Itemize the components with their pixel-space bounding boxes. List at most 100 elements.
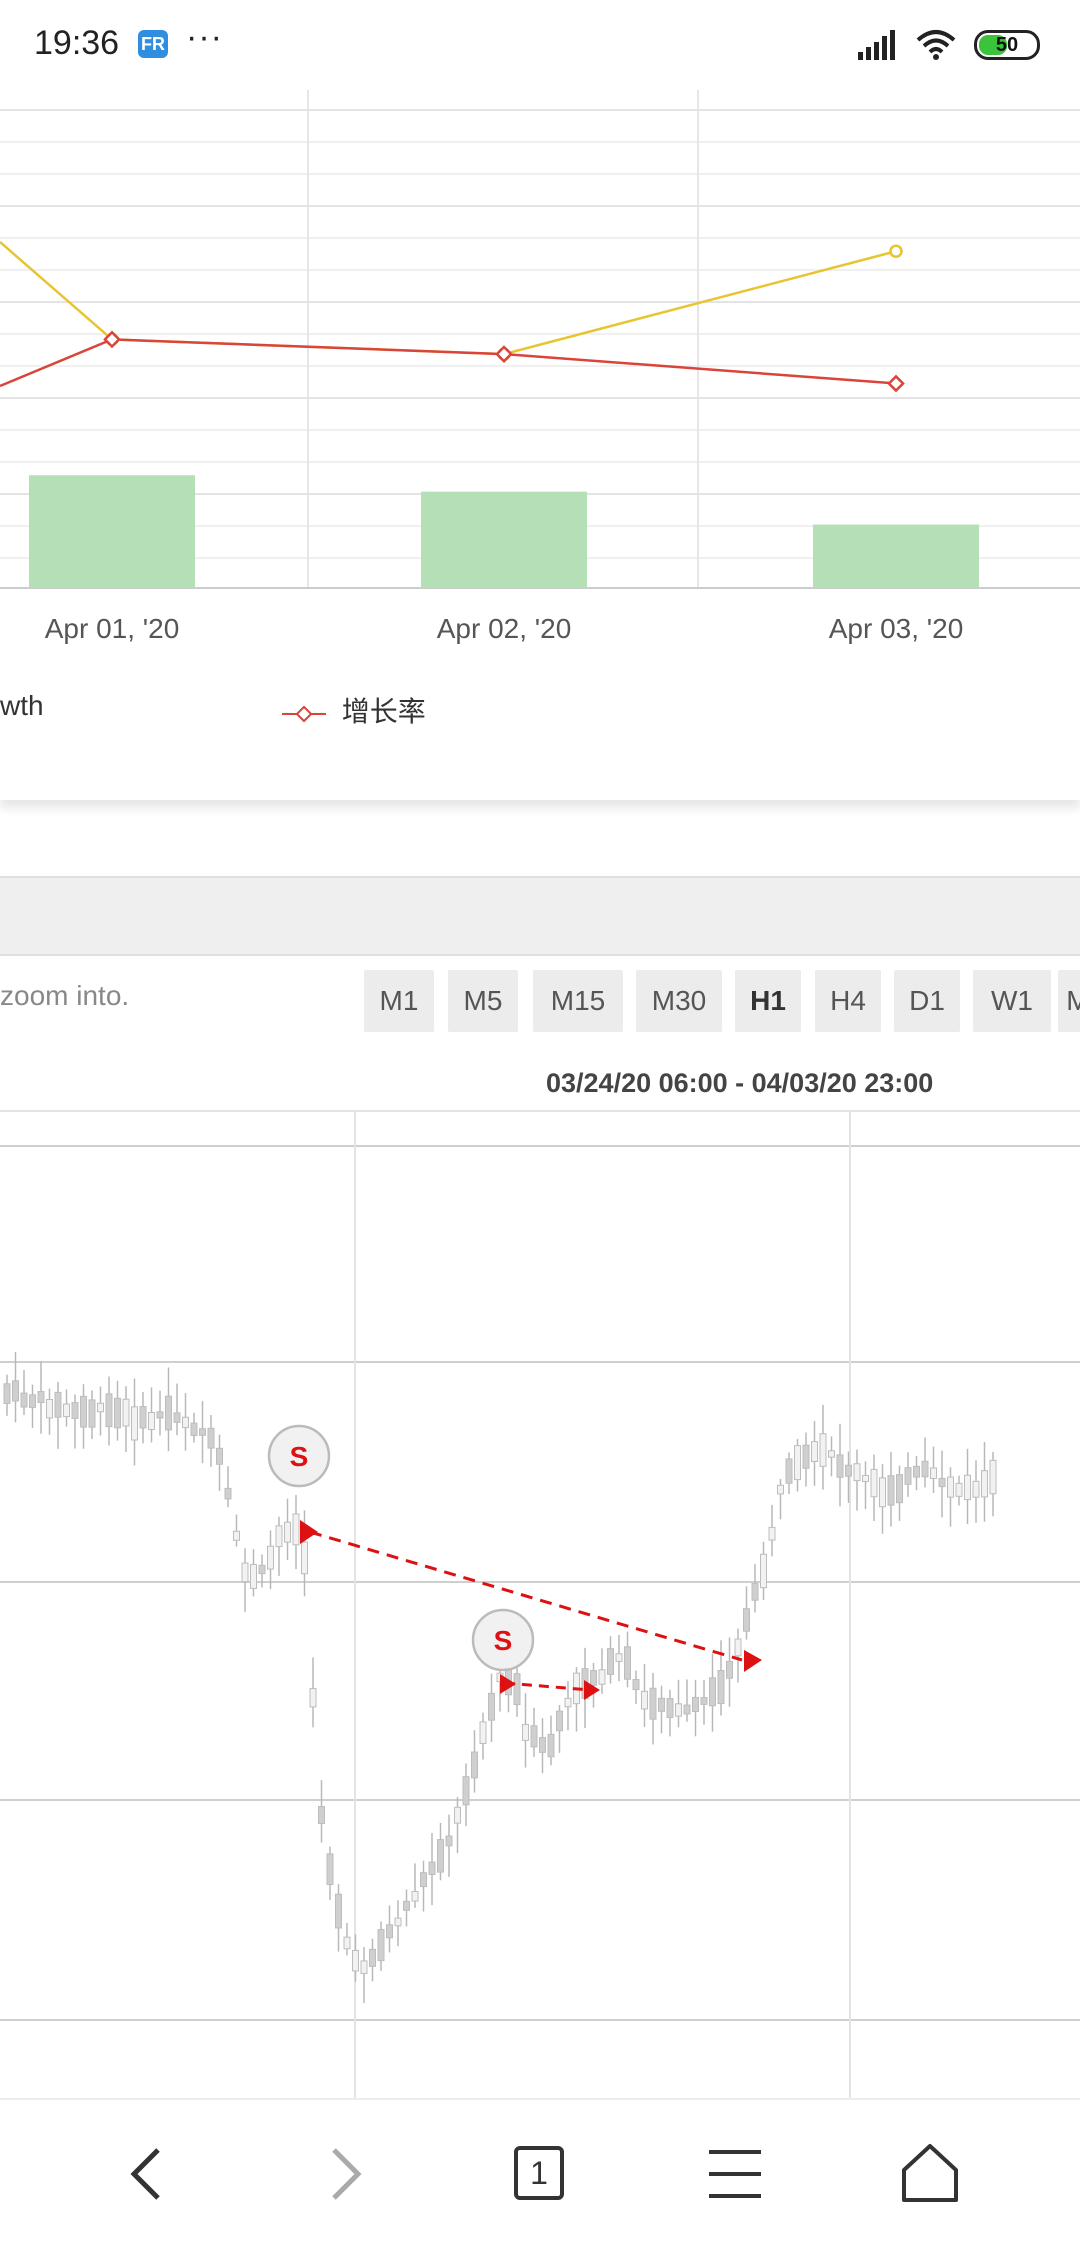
candle <box>879 1477 886 1508</box>
candle <box>666 1698 674 1718</box>
candle <box>564 1697 572 1708</box>
candle <box>284 1521 291 1543</box>
candle <box>547 1733 555 1758</box>
candle <box>683 1704 691 1715</box>
candle <box>63 1403 70 1418</box>
candle <box>853 1463 861 1482</box>
candle <box>845 1464 852 1477</box>
timeframe-button-m5[interactable]: M5 <box>448 970 518 1032</box>
candle <box>233 1530 240 1541</box>
candle <box>369 1948 376 1967</box>
candle <box>37 1391 45 1403</box>
date-range: 03/24/20 06:00 - 04/03/20 23:00 <box>546 1068 934 1098</box>
series-line <box>0 338 897 388</box>
candle <box>658 1697 665 1712</box>
candle <box>318 1806 325 1824</box>
candle <box>165 1395 172 1431</box>
wifi-icon <box>916 30 956 60</box>
status-time: 19:36 <box>34 24 120 62</box>
candle <box>403 1900 410 1911</box>
candle <box>445 1835 453 1847</box>
section-header-bar <box>0 876 1080 956</box>
candle <box>624 1646 631 1680</box>
candle <box>97 1402 104 1413</box>
tabs-button[interactable]: 1 <box>500 2134 580 2214</box>
candle <box>216 1447 223 1465</box>
candle <box>326 1853 334 1886</box>
price-chart[interactable]: SS <box>0 1112 1080 2098</box>
candle <box>488 1692 495 1721</box>
candle <box>870 1468 878 1498</box>
candle <box>309 1688 317 1708</box>
timeframe-button-d1[interactable]: D1 <box>894 970 960 1032</box>
candle <box>513 1673 521 1706</box>
x-tick-label: Apr 01, '20 <box>45 613 180 644</box>
legend-growth[interactable]: wth <box>0 690 44 722</box>
timeframe-button-w1[interactable]: W1 <box>973 970 1051 1032</box>
battery-icon: 50 <box>974 30 1040 60</box>
zoom-hint: zoom into. <box>0 980 130 1011</box>
candle <box>726 1660 733 1679</box>
candle <box>360 1960 368 1974</box>
candle <box>352 1949 359 1972</box>
timeframe-button-m1[interactable]: M1 <box>364 970 434 1032</box>
series-point <box>887 374 905 393</box>
series-point <box>495 345 513 363</box>
candle <box>148 1412 155 1431</box>
candle <box>3 1383 11 1404</box>
bar <box>421 491 587 588</box>
candle <box>700 1697 708 1705</box>
candle <box>258 1564 266 1575</box>
candle <box>207 1427 215 1449</box>
candle <box>777 1484 784 1495</box>
candle <box>131 1406 138 1441</box>
back-icon[interactable] <box>108 2134 188 2214</box>
candle <box>20 1392 28 1408</box>
candle <box>649 1687 657 1720</box>
candle <box>71 1402 79 1419</box>
timeframe-button-m15[interactable]: M15 <box>533 970 623 1032</box>
candle <box>275 1525 283 1548</box>
bar <box>29 475 195 588</box>
timeframe-button-m30[interactable]: M30 <box>636 970 722 1032</box>
candle <box>692 1697 699 1712</box>
timeframe-button-h1[interactable]: H1 <box>735 970 801 1032</box>
candle <box>981 1470 988 1498</box>
forward-icon[interactable] <box>304 2134 384 2214</box>
candle <box>292 1513 300 1546</box>
candle <box>267 1545 274 1570</box>
candle <box>199 1428 206 1436</box>
candle <box>46 1399 53 1419</box>
candle <box>139 1405 147 1429</box>
candle <box>887 1475 895 1506</box>
candle <box>802 1444 810 1469</box>
series-line <box>0 241 897 356</box>
home-icon[interactable] <box>890 2134 970 2214</box>
candle <box>182 1416 189 1429</box>
battery-level: 50 <box>995 34 1019 56</box>
candle <box>760 1553 767 1589</box>
browser-nav-bar: 1 <box>0 2098 1080 2250</box>
status-bar: 19:36 FR ··· 50 <box>0 0 1080 90</box>
candle <box>156 1411 164 1419</box>
candle <box>377 1929 385 1962</box>
menu-icon[interactable] <box>695 2134 775 2214</box>
candle <box>964 1474 971 1501</box>
timeframe-button-h4[interactable]: H4 <box>815 970 881 1032</box>
candle <box>828 1450 835 1458</box>
candle <box>921 1460 929 1478</box>
candle <box>556 1710 563 1732</box>
candle <box>437 1839 444 1873</box>
candle <box>938 1477 946 1488</box>
legend-rate[interactable]: 增长率 <box>282 690 426 730</box>
candle <box>462 1776 470 1806</box>
candle <box>80 1395 87 1428</box>
candle <box>190 1422 198 1437</box>
candle <box>471 1751 478 1779</box>
candle <box>904 1467 912 1485</box>
candle <box>972 1480 980 1498</box>
arrow-start <box>300 1520 318 1544</box>
series-point <box>889 244 903 258</box>
candle <box>479 1721 487 1744</box>
timeframe-button-mn[interactable]: MN <box>1058 970 1080 1032</box>
